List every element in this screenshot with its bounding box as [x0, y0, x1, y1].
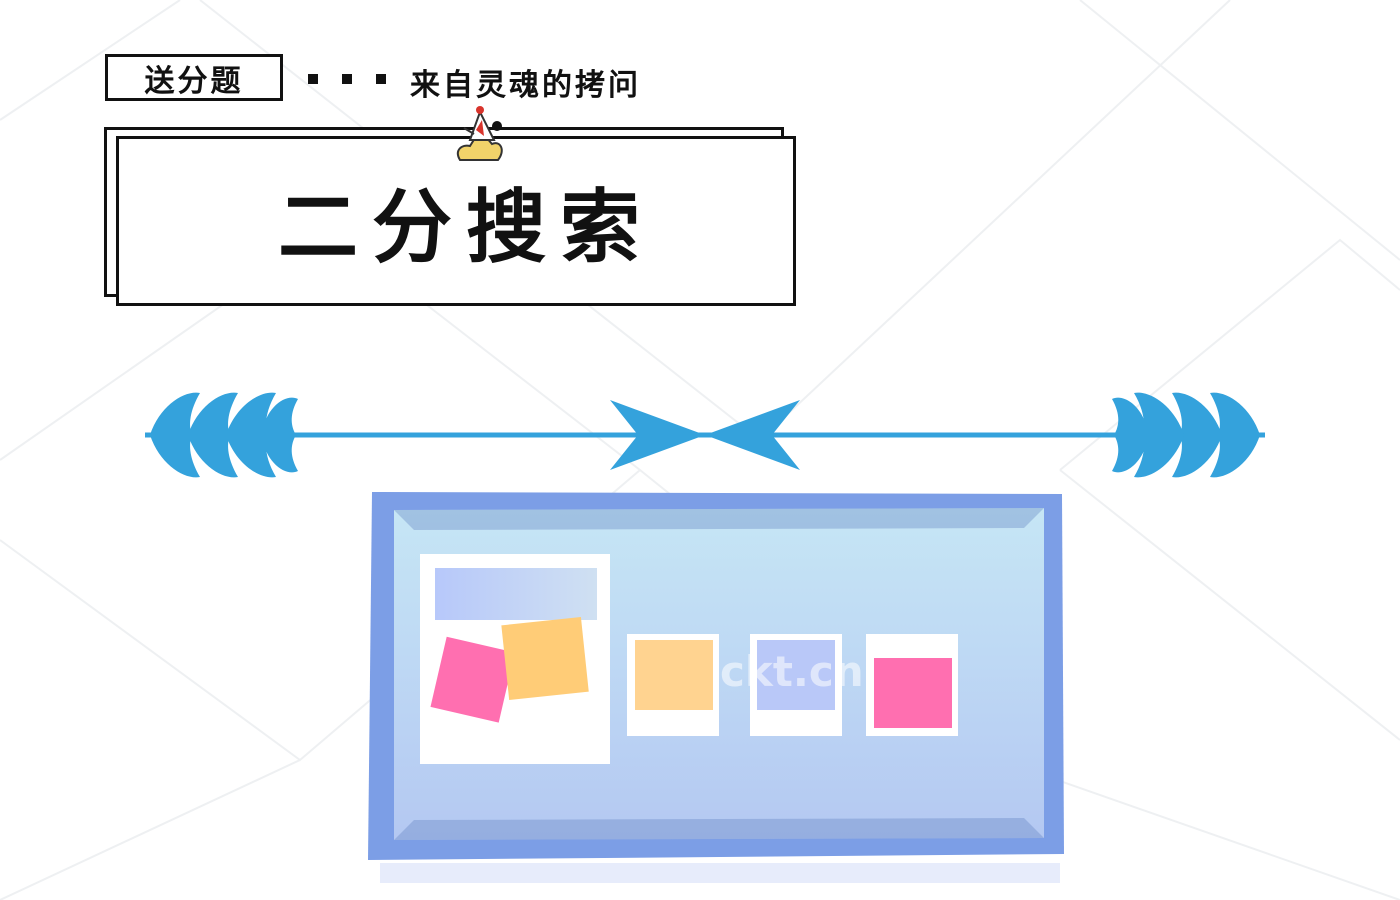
bowtie-arrow-icon [610, 400, 800, 470]
laurel-divider [145, 392, 1265, 478]
watermark-text: ckt.cn [720, 647, 864, 696]
bulletin-board: ckt.cn [368, 492, 1064, 883]
sticky-note [635, 640, 713, 710]
sticky-note [501, 617, 589, 700]
dot-separator [308, 74, 386, 84]
sticky-note [874, 658, 952, 728]
dot [308, 74, 318, 84]
mascot-icon [456, 106, 503, 161]
tag-label-box: 送分题 [105, 54, 283, 101]
dot [376, 74, 386, 84]
subtitle: 来自灵魂的拷问 [410, 68, 641, 103]
board-bar [435, 568, 597, 620]
laurel-right-icon [1112, 392, 1260, 478]
page-title: 二分搜索 [278, 181, 654, 274]
tag-label: 送分题 [144, 63, 244, 99]
dot [342, 74, 352, 84]
laurel-left-icon [150, 392, 298, 478]
